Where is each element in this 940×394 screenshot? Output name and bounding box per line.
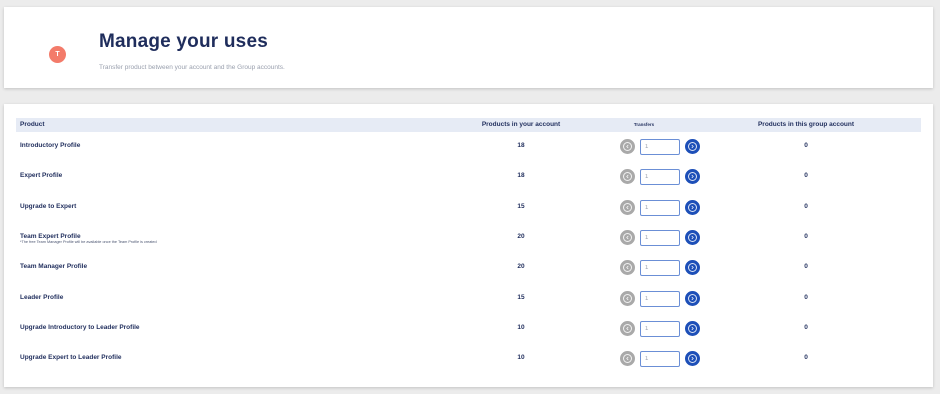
- arrow-left-circle-icon: [623, 354, 632, 364]
- transfer-to-account-button[interactable]: [620, 199, 635, 215]
- transfer-to-group-button[interactable]: [685, 351, 700, 367]
- arrow-left-circle-icon: [623, 142, 632, 151]
- arrow-left-circle-icon: [623, 232, 632, 242]
- arrow-left-circle-icon: [623, 172, 632, 182]
- product-name: Leader Profile: [20, 293, 64, 301]
- product-name: Team Expert Profile: [20, 232, 81, 240]
- group-account-count: 0: [804, 354, 808, 362]
- arrow-left-circle-icon: [623, 263, 632, 273]
- group-account-count: 0: [804, 323, 808, 331]
- transfer-to-account-button[interactable]: [620, 139, 635, 154]
- transfer-to-group-button[interactable]: [685, 290, 700, 306]
- table-header: Product Products in your account Transfe…: [16, 118, 921, 132]
- group-account-count: 0: [804, 293, 808, 301]
- transfer-to-account-button[interactable]: [620, 290, 635, 306]
- table-row: Upgrade to Expert 15 0: [16, 193, 921, 223]
- table-row: Introductory Profile 18 0: [16, 132, 921, 162]
- transfer-quantity-input[interactable]: [640, 320, 680, 337]
- transfer-quantity-input[interactable]: [640, 169, 680, 186]
- table-row: Upgrade Introductory to Leader Profile 10…: [16, 314, 921, 344]
- your-account-count: 20: [517, 263, 525, 271]
- your-account-count: 15: [517, 202, 525, 210]
- arrow-right-circle-icon: [688, 202, 697, 212]
- header-card: T Manage your uses Transfer product betw…: [4, 7, 933, 88]
- transfer-to-account-button[interactable]: [620, 229, 635, 245]
- group-account-count: 0: [804, 202, 808, 210]
- your-account-count: 18: [517, 142, 525, 149]
- your-account-count: 18: [517, 172, 525, 180]
- arrow-right-circle-icon: [688, 323, 697, 333]
- column-header-group-account: Products in this group account: [757, 121, 855, 128]
- table-row: Leader Profile 15 0: [16, 284, 921, 314]
- your-account-count: 10: [517, 323, 525, 331]
- your-account-count: 10: [517, 354, 525, 362]
- transfer-table-card: Product Products in your account Transfe…: [4, 104, 933, 387]
- arrow-right-circle-icon: [688, 232, 697, 242]
- arrow-right-circle-icon: [688, 263, 697, 273]
- transfer-to-account-button[interactable]: [620, 169, 635, 185]
- product-name: Upgrade Expert to Leader Profile: [20, 354, 122, 362]
- column-header-your-account: Products in your account: [481, 121, 561, 128]
- transfer-quantity-input[interactable]: [640, 139, 680, 155]
- product-name: Upgrade Introductory to Leader Profile: [20, 323, 140, 331]
- product-note: *The free Team Manager Profile will be a…: [20, 239, 157, 244]
- arrow-right-circle-icon: [688, 354, 697, 364]
- column-header-product: Product: [20, 121, 45, 128]
- avatar: T: [49, 46, 66, 63]
- table-row: Team Manager Profile 20 0: [16, 253, 921, 283]
- transfer-to-account-button[interactable]: [620, 320, 635, 336]
- group-account-count: 0: [804, 263, 808, 271]
- arrow-right-circle-icon: [688, 172, 697, 182]
- transfer-to-account-button[interactable]: [620, 351, 635, 367]
- arrow-right-circle-icon: [688, 142, 697, 151]
- transfer-to-group-button[interactable]: [685, 320, 700, 336]
- page-title: Manage your uses: [99, 31, 268, 52]
- transfer-quantity-input[interactable]: [640, 290, 680, 307]
- transfer-to-group-button[interactable]: [685, 229, 700, 245]
- transfer-quantity-input[interactable]: [640, 351, 680, 368]
- transfer-to-group-button[interactable]: [685, 260, 700, 276]
- product-name: Upgrade to Expert: [20, 202, 77, 210]
- your-account-count: 15: [517, 293, 525, 301]
- arrow-left-circle-icon: [623, 323, 632, 333]
- page-subtitle: Transfer product between your account an…: [99, 64, 285, 71]
- transfer-to-account-button[interactable]: [620, 260, 635, 276]
- your-account-count: 20: [517, 232, 525, 240]
- arrow-left-circle-icon: [623, 293, 632, 303]
- transfer-quantity-input[interactable]: [640, 229, 680, 246]
- transfer-to-group-button[interactable]: [685, 199, 700, 215]
- group-account-count: 0: [804, 232, 808, 240]
- group-account-count: 0: [804, 142, 808, 149]
- arrow-right-circle-icon: [688, 293, 697, 303]
- arrow-left-circle-icon: [623, 202, 632, 212]
- product-name: Expert Profile: [20, 172, 63, 180]
- product-name: Introductory Profile: [20, 142, 81, 149]
- transfer-to-group-button[interactable]: [685, 139, 700, 154]
- table-row: Upgrade Expert to Leader Profile 10 0: [16, 344, 921, 374]
- transfer-to-group-button[interactable]: [685, 169, 700, 185]
- product-name: Team Manager Profile: [20, 263, 88, 271]
- group-account-count: 0: [804, 172, 808, 180]
- column-header-transfers: Transfers: [633, 122, 655, 127]
- table-row: Team Expert Profile *The free Team Manage…: [16, 223, 921, 253]
- transfer-quantity-input[interactable]: [640, 199, 680, 216]
- table-row: Expert Profile 18 0: [16, 162, 921, 192]
- transfer-quantity-input[interactable]: [640, 260, 680, 277]
